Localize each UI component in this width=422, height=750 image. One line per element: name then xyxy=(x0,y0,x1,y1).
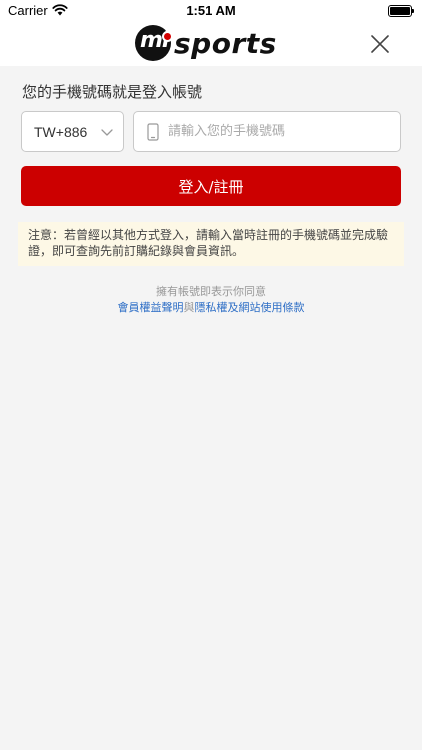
logo-dot xyxy=(162,31,173,42)
notice-text: 注意：若曾經以其他方式登入，請輸入當時註冊的手機號碼並完成驗證，即可查詢先前訂購… xyxy=(28,228,389,258)
privacy-terms-link[interactable]: 隱私權及網站使用條款 xyxy=(195,301,305,314)
terms-prefix: 擁有帳號即表示你同意 xyxy=(156,285,266,298)
page-heading: 您的手機號碼就是登入帳號 xyxy=(22,83,203,101)
member-rights-link[interactable]: 會員權益聲明 xyxy=(118,301,184,314)
terms-conjunction: 與 xyxy=(183,301,195,314)
mobile-phone-icon xyxy=(147,123,159,141)
logo-mark: mi xyxy=(135,25,173,61)
battery-icon xyxy=(388,5,414,17)
clock: 1:51 AM xyxy=(186,3,236,18)
phone-input[interactable] xyxy=(168,112,392,151)
terms-links: 會員權益聲明與隱私權及網站使用條款 xyxy=(0,299,422,315)
notice-box: 注意：若曾經以其他方式登入，請輸入當時註冊的手機號碼並完成驗證，即可查詢先前訂購… xyxy=(18,222,404,266)
chevron-down-icon xyxy=(101,129,113,136)
country-code-select[interactable]: TW+886 xyxy=(21,111,124,152)
login-register-button[interactable]: 登入/註冊 xyxy=(21,166,401,206)
country-code-value: TW+886 xyxy=(34,124,88,140)
misports-logo: mi sports xyxy=(135,23,277,63)
logo-text: sports xyxy=(174,26,277,60)
phone-input-box[interactable] xyxy=(133,111,401,152)
close-icon[interactable] xyxy=(368,32,392,56)
status-bar: Carrier 1:51 AM xyxy=(0,0,422,22)
nav-bar: mi sports xyxy=(0,22,422,66)
